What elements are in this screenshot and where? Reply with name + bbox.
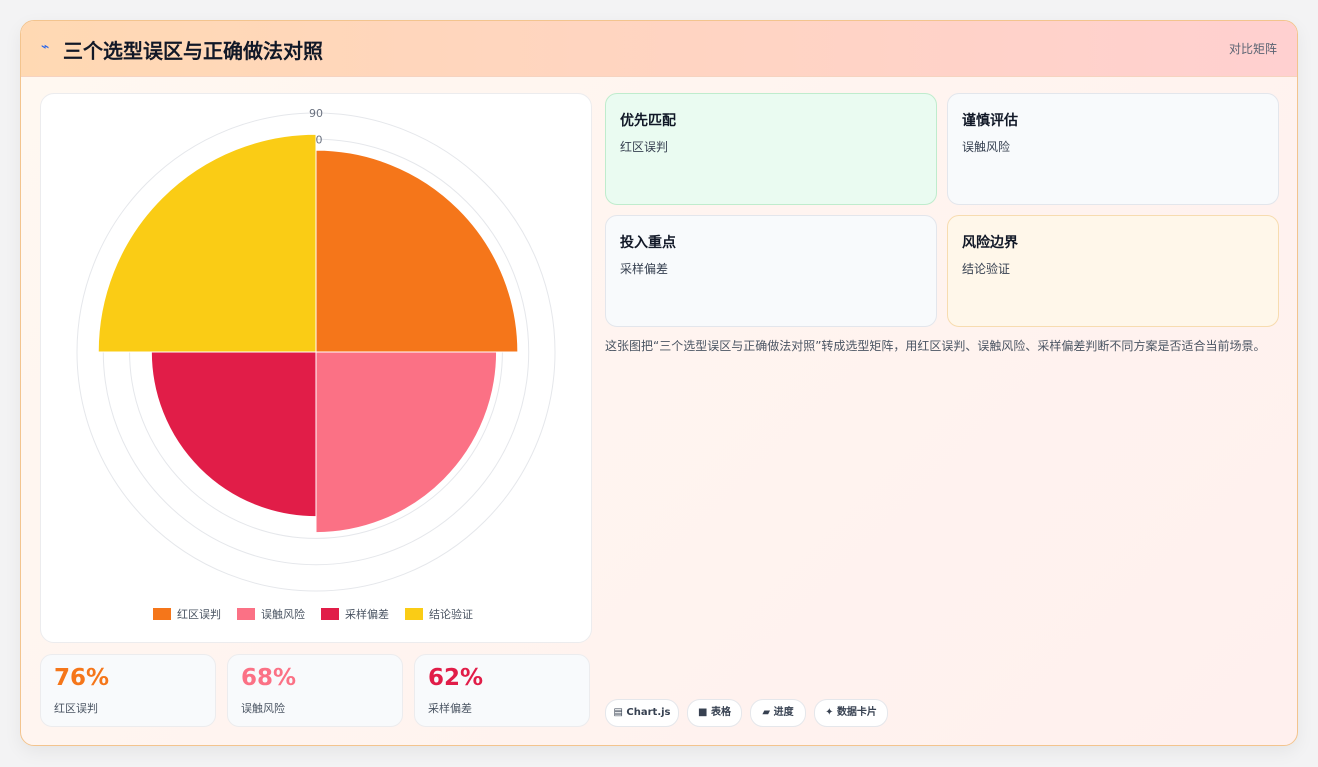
r-tick-label: 0 xyxy=(316,133,323,146)
tile-title: 优先匹配 xyxy=(620,113,676,129)
stat-label: 采样偏差 xyxy=(428,702,472,715)
stat-value: 76% xyxy=(54,665,110,691)
table-icon: ■ xyxy=(698,707,708,718)
legend-label: 误触风险 xyxy=(261,607,305,621)
card-title: 三个选型误区与正确做法对照 xyxy=(63,39,323,63)
tile-priority-match: 优先匹配 红区误判 xyxy=(605,93,937,205)
chip-label: 数据卡片 xyxy=(836,707,877,718)
chip-progress[interactable]: ▰ 进度 xyxy=(750,699,806,727)
legend-label: 结论验证 xyxy=(429,607,473,621)
chart-icon: ▤ xyxy=(613,707,623,718)
progress-icon: ▰ xyxy=(762,707,771,718)
legend-swatch xyxy=(405,608,423,620)
comparison-card: ⌁ 三个选型误区与正确做法对照 对比矩阵 90 0 红区误判 误触风险 采样偏差 结论验证… xyxy=(20,20,1298,746)
chip-chartjs[interactable]: ▤ Chart.js xyxy=(605,699,679,727)
tile-text: 误触风险 xyxy=(962,140,1011,154)
chart-panel: 90 0 红区误判 误触风险 采样偏差 结论验证 xyxy=(40,93,592,643)
tile-title: 投入重点 xyxy=(620,235,676,251)
tile-text: 采样偏差 xyxy=(620,262,669,276)
wedge-4 xyxy=(97,133,317,353)
legend-swatch xyxy=(321,608,339,620)
stat-value: 62% xyxy=(428,665,484,691)
chip-data-card[interactable]: ✦ 数据卡片 xyxy=(814,699,888,727)
stat-card-sampling: 62% 采样偏差 xyxy=(414,654,590,727)
wedge-1 xyxy=(315,149,519,353)
bolt-icon: ⌁ xyxy=(41,39,50,55)
stat-value: 68% xyxy=(241,665,297,691)
stat-card-mistouch: 68% 误触风险 xyxy=(227,654,403,727)
wedge-2 xyxy=(315,351,498,534)
chip-label: Chart.js xyxy=(626,707,671,718)
chip-table[interactable]: ■ 表格 xyxy=(687,699,742,727)
stat-card-red-zone: 76% 红区误判 xyxy=(40,654,216,727)
chip-label: 进度 xyxy=(773,707,794,718)
legend-label: 红区误判 xyxy=(177,608,221,621)
tile-text: 红区误判 xyxy=(620,140,669,154)
tile-risk-boundary: 风险边界 结论验证 xyxy=(947,215,1279,327)
r-tick-label: 90 xyxy=(309,107,323,120)
tile-investment-focus: 投入重点 采样偏差 xyxy=(605,215,937,327)
legend-label: 采样偏差 xyxy=(345,607,389,621)
polar-area-chart: 90 0 红区误判 误触风险 采样偏差 结论验证 xyxy=(76,107,556,621)
stat-label: 误触风险 xyxy=(241,702,285,715)
legend-swatch xyxy=(237,608,255,620)
card-header: ⌁ 三个选型误区与正确做法对照 对比矩阵 xyxy=(21,21,1297,77)
legend-swatch xyxy=(153,608,171,620)
tile-text: 结论验证 xyxy=(962,262,1011,276)
tile-title: 风险边界 xyxy=(962,235,1018,251)
description-text: 这张图把“三个选型误区与正确做法对照”转成选型矩阵，用红区误判、误触风险、采样偏… xyxy=(605,339,1266,353)
wedge-3 xyxy=(150,351,317,518)
matrix-badge[interactable]: 对比矩阵 xyxy=(1229,40,1277,57)
sparkle-icon: ✦ xyxy=(825,707,834,718)
tile-careful-eval: 谨慎评估 误触风险 xyxy=(947,93,1279,205)
stat-label: 红区误判 xyxy=(54,702,98,715)
chip-label: 表格 xyxy=(710,707,731,718)
tile-title: 谨慎评估 xyxy=(962,113,1018,129)
